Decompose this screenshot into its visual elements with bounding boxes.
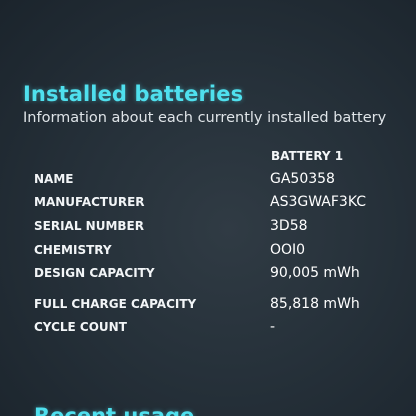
table-row-design-capacity: DESIGN CAPACITY 90,005 mWh — [0, 265, 416, 286]
row-label: MANUFACTURER — [34, 195, 145, 209]
column-header-battery: BATTERY 1 — [271, 149, 344, 163]
row-label: DESIGN CAPACITY — [34, 266, 155, 280]
section-title: Installed batteries — [23, 82, 244, 106]
table-row-serial-number: SERIAL NUMBER 3D58 — [0, 218, 416, 239]
row-label: CYCLE COUNT — [34, 320, 127, 334]
row-value: 85,818 mWh — [270, 296, 360, 312]
section-subtitle: Information about each currently install… — [23, 110, 387, 126]
table-row-chemistry: CHEMISTRY OOI0 — [0, 242, 416, 263]
table-row-name: NAME GA50358 — [0, 171, 416, 192]
row-label: SERIAL NUMBER — [34, 219, 144, 233]
row-value: 3D58 — [270, 218, 308, 234]
row-label: NAME — [34, 172, 74, 186]
table-row-cycle-count: CYCLE COUNT - — [0, 319, 416, 340]
battery-report-page: Installed batteries Information about ea… — [0, 0, 416, 416]
row-label: CHEMISTRY — [34, 243, 112, 257]
table-row-full-charge-capacity: FULL CHARGE CAPACITY 85,818 mWh — [0, 296, 416, 317]
row-value: OOI0 — [270, 242, 306, 258]
row-value: GA50358 — [270, 171, 335, 187]
next-section-title: Recent usage — [34, 404, 195, 416]
row-label: FULL CHARGE CAPACITY — [34, 297, 197, 311]
table-row-manufacturer: MANUFACTURER AS3GWAF3KC — [0, 194, 416, 215]
row-value: 90,005 mWh — [270, 265, 360, 281]
row-value: AS3GWAF3KC — [270, 194, 367, 210]
row-value: - — [270, 319, 276, 335]
